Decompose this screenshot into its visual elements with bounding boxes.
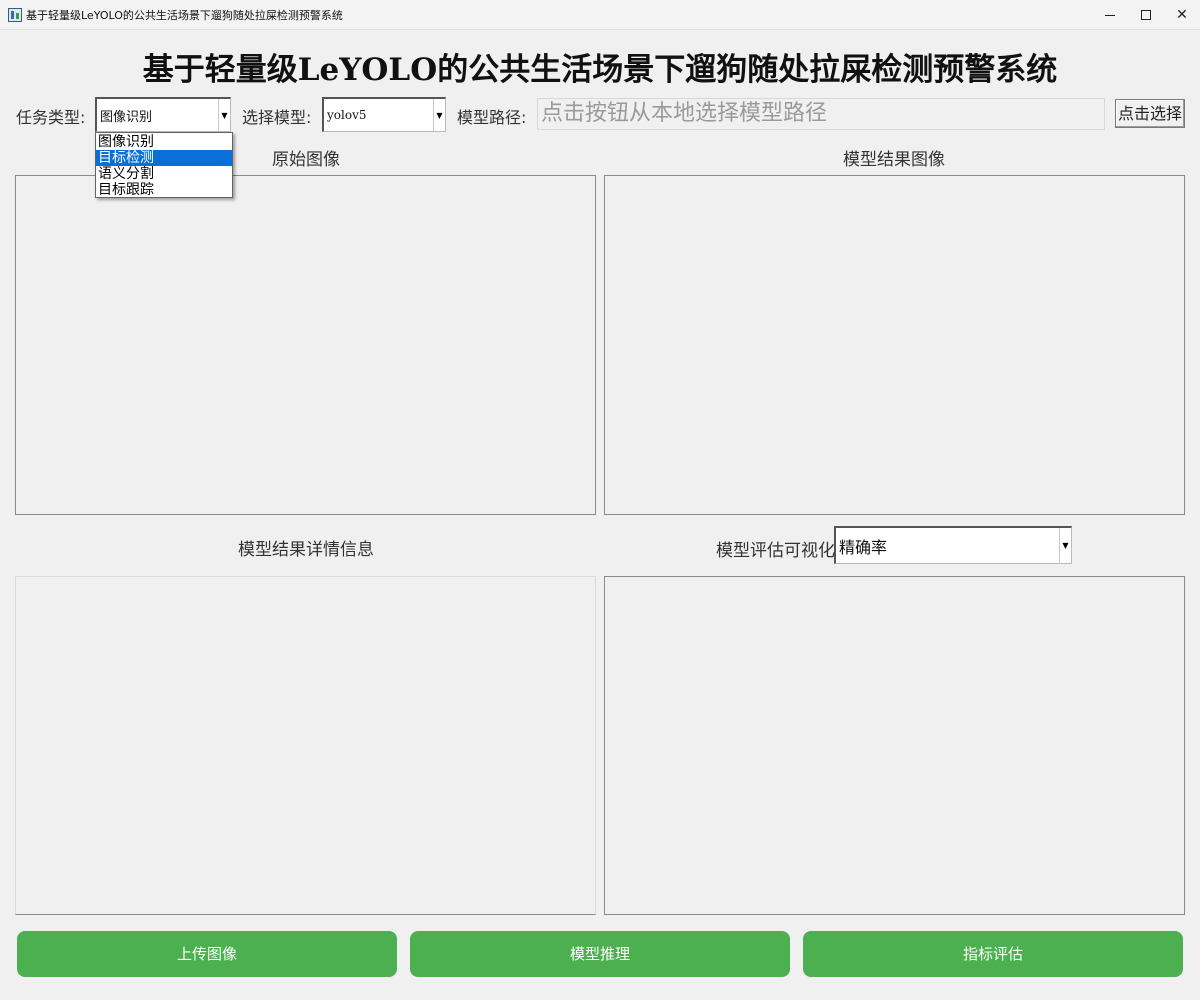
metric-evaluation-button[interactable]: 指标评估 xyxy=(803,931,1183,977)
close-button[interactable]: ✕ xyxy=(1164,0,1200,30)
maximize-button[interactable] xyxy=(1128,0,1164,30)
result-image-panel xyxy=(604,175,1185,515)
model-eval-panel xyxy=(604,576,1185,915)
maximize-icon xyxy=(1141,10,1151,20)
eval-metric-value: 精确率 xyxy=(839,537,888,557)
task-type-option[interactable]: 目标检测 xyxy=(96,150,232,166)
model-label: 选择模型: xyxy=(242,108,312,127)
select-model-path-button[interactable]: 点击选择 xyxy=(1115,99,1185,128)
result-details-panel xyxy=(15,576,596,915)
app-window-icon xyxy=(8,7,22,22)
task-type-value: 图像识别 xyxy=(100,109,153,125)
app-title: 基于轻量级LeYOLO的公共生活场景下遛狗随处拉屎检测预警系统 xyxy=(142,52,1058,88)
model-eval-title: 模型评估可视化 xyxy=(716,541,835,561)
chevron-down-icon: ▼ xyxy=(218,99,230,131)
window-controls: ✕ xyxy=(1092,0,1200,30)
close-icon: ✕ xyxy=(1176,7,1188,23)
model-path-label: 模型路径: xyxy=(457,108,527,127)
upload-image-button[interactable]: 上传图像 xyxy=(17,931,397,977)
chevron-down-icon: ▼ xyxy=(433,99,445,131)
task-type-dropdown-list: 图像识别 目标检测 语义分割 目标跟踪 xyxy=(95,132,233,198)
model-combo[interactable]: yolov5 ▼ xyxy=(322,97,446,132)
model-inference-button[interactable]: 模型推理 xyxy=(410,931,790,977)
task-type-label: 任务类型: xyxy=(16,108,86,127)
task-type-option[interactable]: 目标跟踪 xyxy=(96,182,232,198)
result-image-title: 模型结果图像 xyxy=(843,150,945,170)
chevron-down-icon: ▼ xyxy=(1059,528,1071,563)
window-titlebar: 基于轻量级LeYOLO的公共生活场景下遛狗随处拉屎检测预警系统 ✕ xyxy=(0,0,1200,30)
task-type-option[interactable]: 图像识别 xyxy=(96,134,232,150)
result-details-title: 模型结果详情信息 xyxy=(238,540,374,560)
minimize-icon xyxy=(1105,14,1115,16)
window-title: 基于轻量级LeYOLO的公共生活场景下遛狗随处拉屎检测预警系统 xyxy=(26,8,343,22)
eval-metric-combo[interactable]: 精确率 ▼ xyxy=(834,526,1072,564)
original-image-panel xyxy=(15,175,596,515)
task-type-option[interactable]: 语义分割 xyxy=(96,166,232,182)
model-value: yolov5 xyxy=(327,108,367,122)
task-type-combo[interactable]: 图像识别 ▼ xyxy=(95,97,231,132)
model-path-input[interactable]: 点击按钮从本地选择模型路径 xyxy=(537,98,1105,130)
minimize-button[interactable] xyxy=(1092,0,1128,30)
